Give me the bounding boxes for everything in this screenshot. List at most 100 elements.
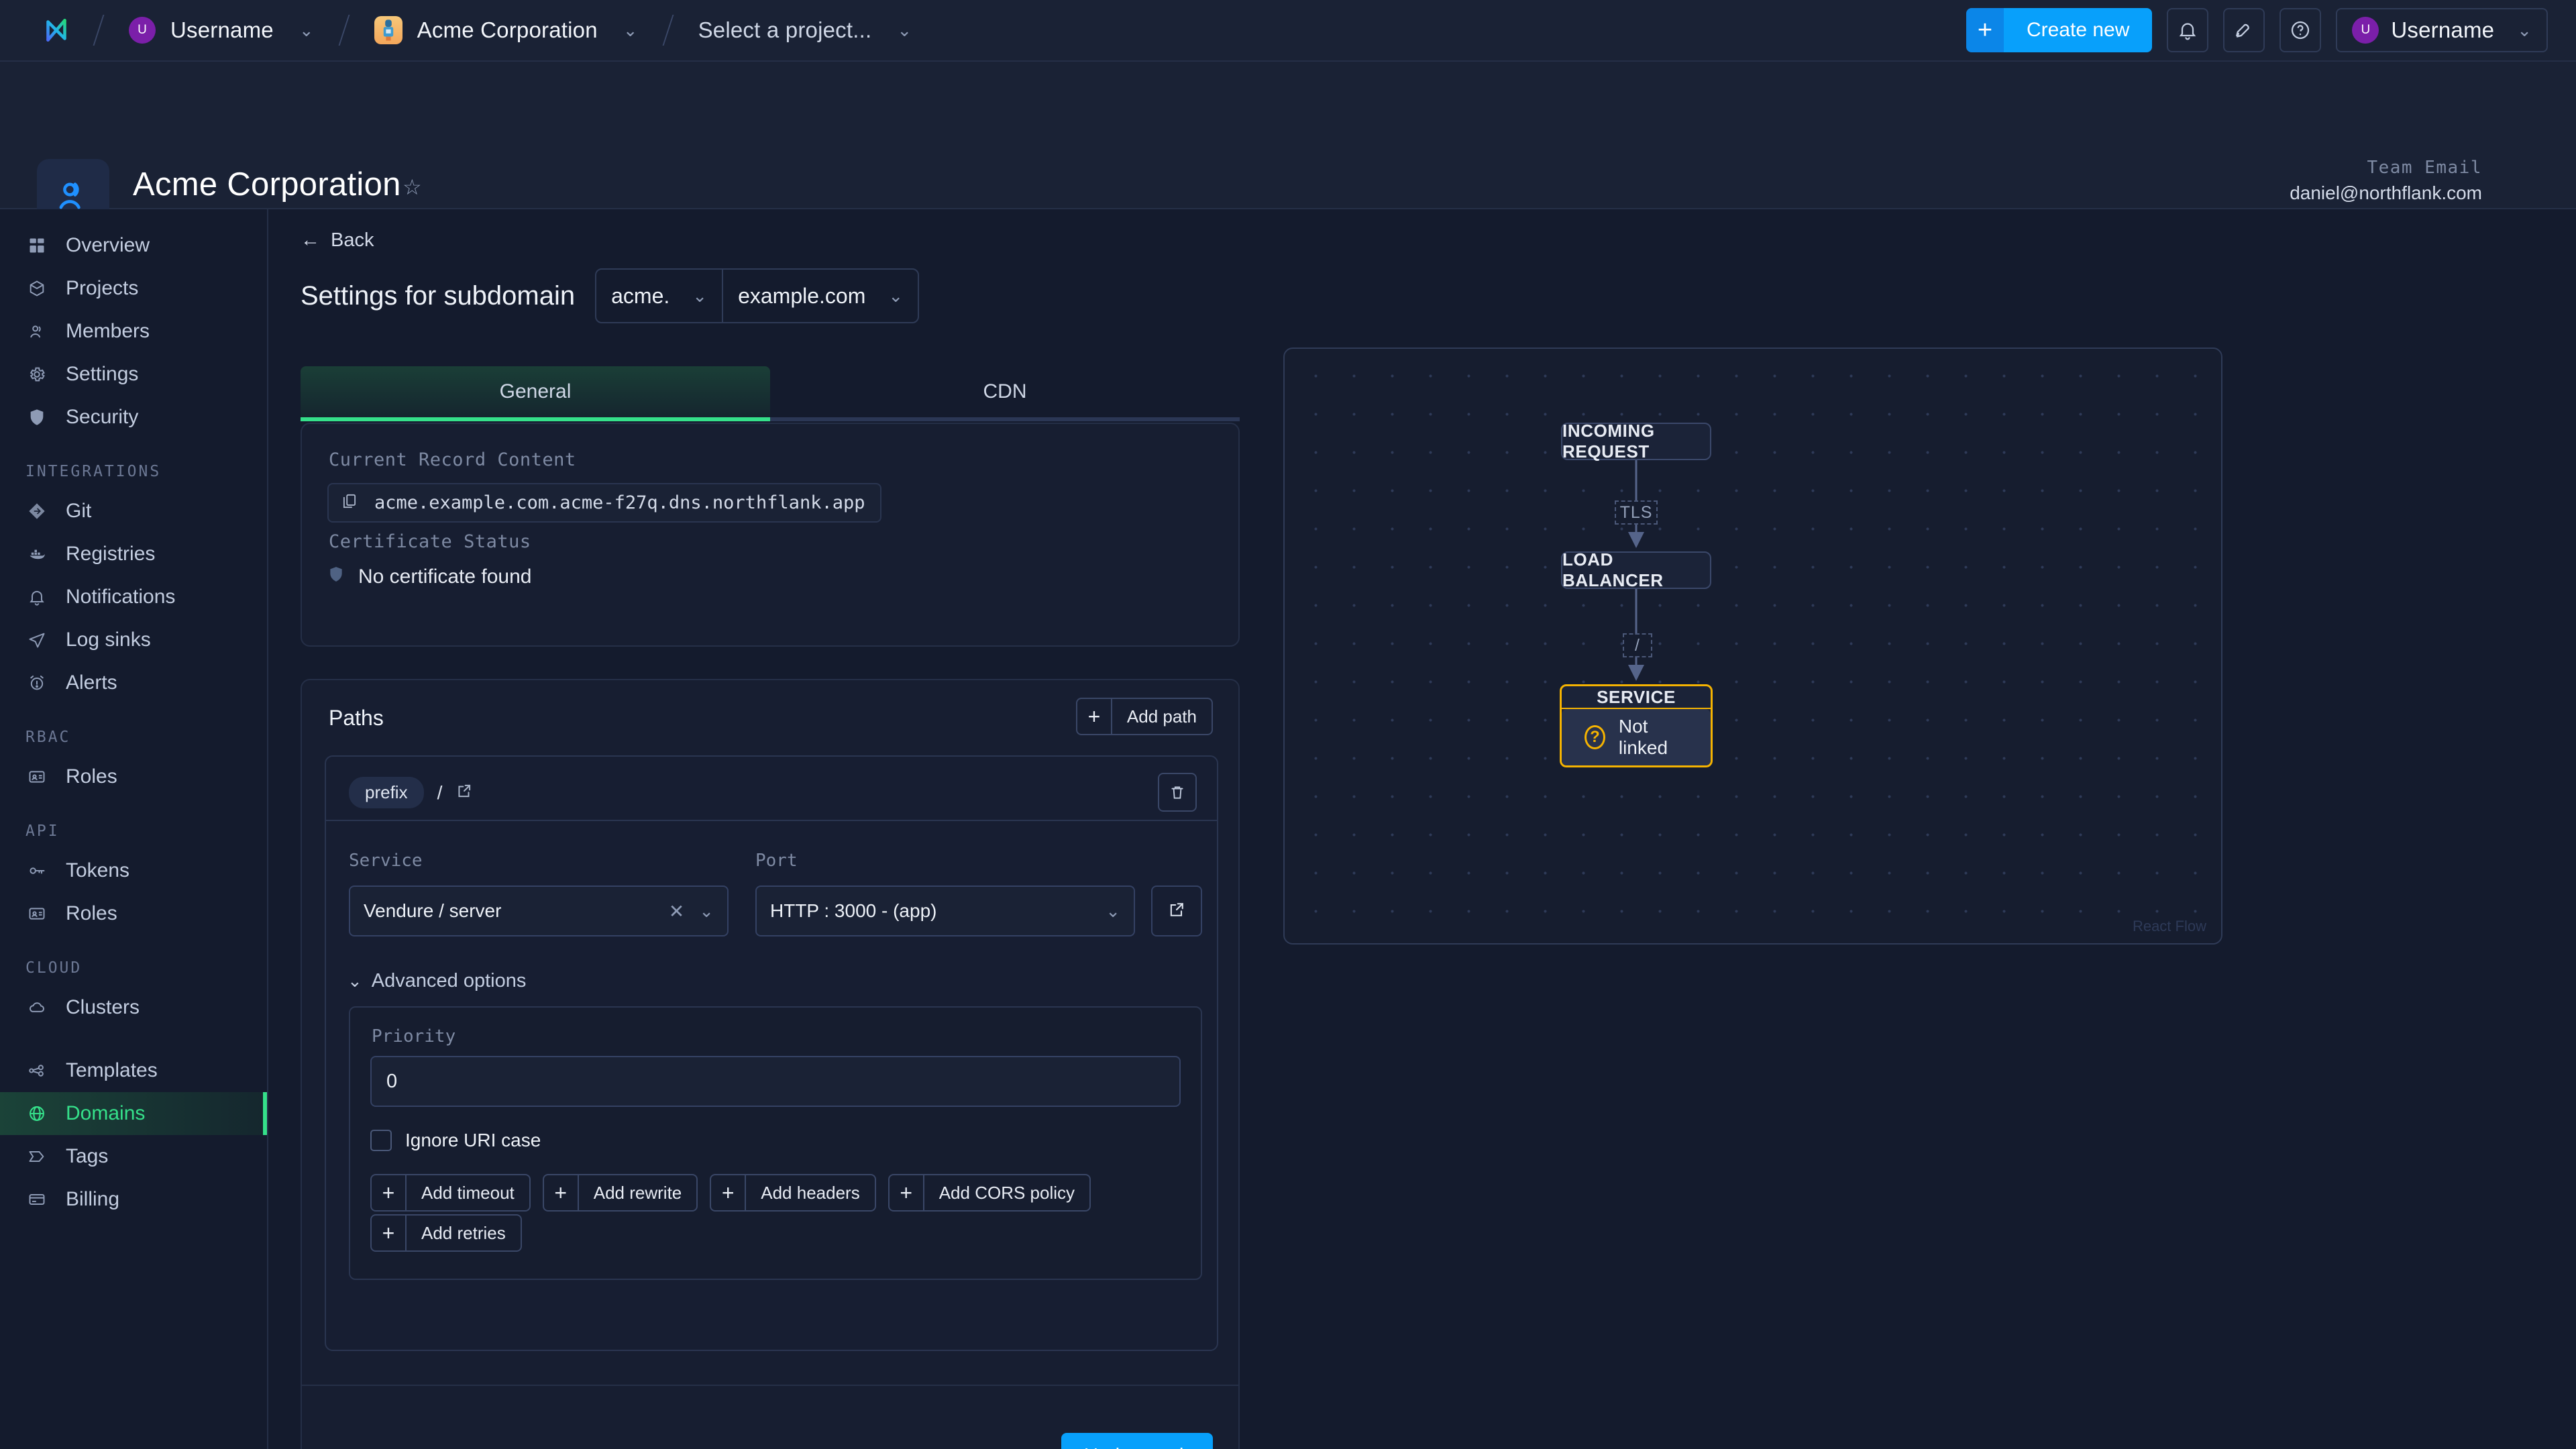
git-icon: [25, 500, 48, 523]
add-headers-label: Add headers: [761, 1182, 860, 1203]
account-menu[interactable]: U Username ⌄: [2336, 8, 2548, 52]
grid-icon: [25, 234, 48, 257]
add-cors-policy-button[interactable]: + Add CORS policy: [888, 1174, 1091, 1212]
sidebar-item-projects[interactable]: Projects: [0, 267, 267, 310]
subdomain-select-value: acme.: [611, 283, 670, 308]
sidebar-item-domains[interactable]: Domains: [0, 1092, 267, 1135]
add-timeout-button[interactable]: + Add timeout: [370, 1174, 531, 1212]
app-root: U Username ⌄ Acme Corporation ⌄ Select a…: [0, 0, 2576, 1449]
back-label: Back: [331, 229, 374, 251]
main-content: ← Back Settings for subdomain acme. ⌄ ex…: [268, 209, 2576, 1449]
shield-icon: [25, 406, 48, 429]
record-card: Current Record Content acme.example.com.…: [301, 423, 1240, 647]
box-icon: [25, 277, 48, 300]
tab-general[interactable]: General: [301, 366, 770, 421]
current-record-label: Current Record Content: [329, 449, 576, 470]
org-avatar-icon: [374, 16, 402, 44]
open-service-button[interactable]: [1151, 885, 1202, 936]
external-link-icon: [1167, 900, 1186, 922]
update-path-button[interactable]: Update path: [1061, 1433, 1213, 1449]
northflank-logo-icon[interactable]: [38, 11, 75, 49]
sidebar-item-templates[interactable]: Templates: [0, 1049, 267, 1092]
sidebar-section-api: API: [25, 822, 60, 840]
ignore-uri-case-checkbox[interactable]: [370, 1130, 392, 1151]
advanced-options-toggle[interactable]: ⌄ Advanced options: [347, 970, 526, 992]
divider: [326, 820, 1217, 821]
users-icon: [25, 320, 48, 343]
priority-input[interactable]: 0: [370, 1056, 1181, 1107]
flow-node-service-body: ? Not linked: [1562, 709, 1711, 765]
tab-cdn[interactable]: CDN: [770, 366, 1240, 421]
react-flow-attribution[interactable]: React Flow: [2133, 918, 2206, 935]
settings-subdomain-row: Settings for subdomain acme. ⌄ example.c…: [301, 268, 920, 323]
ignore-uri-case-label: Ignore URI case: [405, 1130, 541, 1150]
rocket-icon[interactable]: [2223, 8, 2265, 52]
topbar-user-menu[interactable]: U Username ⌄: [122, 11, 321, 49]
flow-node-service[interactable]: SERVICE ? Not linked: [1560, 684, 1713, 767]
sidebar-item-rbac-roles[interactable]: Roles: [0, 755, 267, 798]
bell-icon[interactable]: [2167, 8, 2209, 52]
port-label: Port: [755, 851, 798, 871]
advanced-options-label: Advanced options: [371, 970, 527, 991]
update-path-label: Update path: [1084, 1445, 1190, 1449]
create-new-button[interactable]: + Create new: [1966, 8, 2153, 52]
sidebar-item-security[interactable]: Security: [0, 396, 267, 439]
help-circle-icon[interactable]: [2279, 8, 2322, 52]
flow-edge-label-tls: TLS: [1615, 500, 1658, 525]
sidebar-item-clusters[interactable]: Clusters: [0, 986, 267, 1029]
add-cors-policy-label: Add CORS policy: [938, 1182, 1075, 1203]
add-rewrite-button[interactable]: + Add rewrite: [542, 1174, 698, 1212]
sidebar-item-members[interactable]: Members: [0, 310, 267, 353]
sidebar-item-tags[interactable]: Tags: [0, 1135, 267, 1178]
plus-icon: +: [711, 1175, 747, 1210]
sidebar-item-billing[interactable]: Billing: [0, 1178, 267, 1221]
domain-select[interactable]: example.com ⌄: [722, 270, 918, 322]
sidebar-item-label: Log sinks: [66, 629, 151, 651]
flow-node-load-balancer[interactable]: LOAD BALANCER: [1561, 549, 1711, 590]
domain-selector-group: acme. ⌄ example.com ⌄: [595, 268, 920, 323]
star-icon[interactable]: ☆: [402, 174, 422, 200]
sidebar-item-registries[interactable]: Registries: [0, 533, 267, 576]
ignore-uri-case-checkbox-row[interactable]: Ignore URI case: [370, 1130, 541, 1151]
chevron-down-icon: ⌄: [299, 20, 314, 40]
sidebar-item-settings[interactable]: Settings: [0, 353, 267, 396]
sidebar-item-label: Settings: [66, 363, 139, 385]
plus-icon: +: [372, 1216, 407, 1250]
chevron-down-icon: ⌄: [699, 901, 714, 921]
sidebar-item-alerts[interactable]: Alerts: [0, 661, 267, 704]
send-icon: [25, 629, 48, 651]
subdomain-select[interactable]: acme. ⌄: [596, 270, 722, 322]
port-select[interactable]: HTTP : 3000 - (app) ⌄: [755, 885, 1135, 936]
copy-icon[interactable]: [341, 492, 358, 513]
sidebar-item-overview[interactable]: Overview: [0, 224, 267, 267]
sidebar-item-api-roles[interactable]: Roles: [0, 892, 267, 935]
sidebar-item-tokens[interactable]: Tokens: [0, 849, 267, 892]
add-rewrite-label: Add rewrite: [593, 1182, 682, 1203]
path-header: prefix /: [349, 777, 473, 808]
sidebar-item-git[interactable]: Git: [0, 490, 267, 533]
topbar-org-menu[interactable]: Acme Corporation ⌄: [368, 11, 645, 50]
clear-x-icon[interactable]: ✕: [669, 900, 684, 922]
avatar: U: [129, 17, 156, 44]
add-headers-button[interactable]: + Add headers: [710, 1174, 876, 1212]
add-timeout-label: Add timeout: [421, 1182, 515, 1203]
sidebar-section-integrations: INTEGRATIONS: [25, 463, 162, 480]
sidebar-item-log-sinks[interactable]: Log sinks: [0, 619, 267, 661]
request-flow-diagram[interactable]: INCOMING REQUEST TLS LOAD BALANCER / SER…: [1283, 347, 2222, 945]
topbar-org-label: Acme Corporation: [417, 17, 598, 42]
project-selector[interactable]: Select a project... ⌄: [692, 12, 919, 48]
flow-node-incoming-request[interactable]: INCOMING REQUEST: [1561, 421, 1711, 462]
sidebar-item-label: Alerts: [66, 672, 117, 694]
service-select[interactable]: Vendure / server ✕ ⌄: [349, 885, 729, 936]
add-retries-button[interactable]: + Add retries: [370, 1214, 522, 1252]
page-header: Acme Corporation ☆ Team Email daniel@nor…: [0, 62, 2576, 231]
sidebar-item-notifications[interactable]: Notifications: [0, 576, 267, 619]
external-link-icon[interactable]: [455, 782, 473, 803]
add-path-button[interactable]: + Add path: [1075, 698, 1213, 735]
back-button[interactable]: ← Back: [301, 229, 374, 252]
delete-path-button[interactable]: [1158, 773, 1197, 812]
cloud-icon: [25, 996, 48, 1019]
bell-icon: [25, 586, 48, 608]
team-email-label: Team Email: [2367, 158, 2482, 178]
record-value-box[interactable]: acme.example.com.acme-f27q.dns.northflan…: [327, 483, 881, 523]
